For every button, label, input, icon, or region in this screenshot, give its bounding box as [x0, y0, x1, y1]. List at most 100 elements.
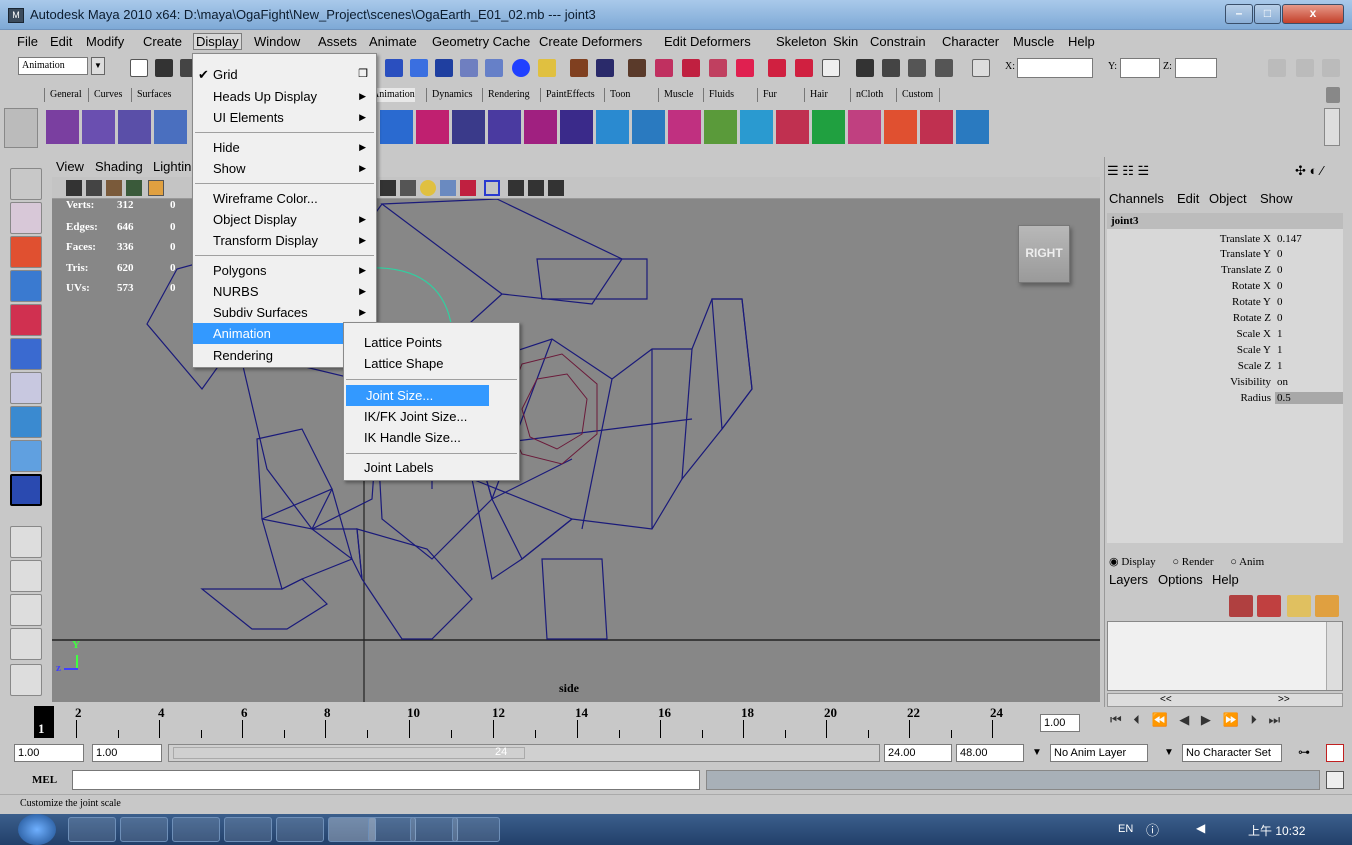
- select-tool-icon[interactable]: [10, 168, 42, 200]
- anim-layer-field[interactable]: No Anim Layer: [1050, 744, 1148, 762]
- option-box-icon[interactable]: ❒: [358, 64, 368, 85]
- menu-item-lattice-points[interactable]: Lattice Points: [344, 332, 519, 353]
- current-time-field[interactable]: 1.00: [1040, 714, 1080, 732]
- show-channel-box-icon[interactable]: [1322, 59, 1340, 77]
- auto-key-icon[interactable]: ⊶: [1298, 745, 1310, 759]
- step-forward-frame-icon[interactable]: ⏵: [1250, 712, 1257, 727]
- shelf-tab-fluids[interactable]: Fluids: [703, 88, 734, 102]
- taskbar-app-icon[interactable]: [410, 817, 458, 842]
- menu-assets[interactable]: Assets: [318, 34, 357, 49]
- range-slider-handle[interactable]: [173, 747, 525, 759]
- shelf-tab-general[interactable]: General: [44, 88, 82, 102]
- snap-to-curves-icon[interactable]: [655, 59, 673, 77]
- isolate-select-icon[interactable]: [460, 180, 476, 196]
- channel-radius-value[interactable]: 0.5: [1275, 392, 1343, 404]
- layout-hypershade-icon[interactable]: [10, 664, 42, 696]
- menu-help[interactable]: Help: [1068, 34, 1095, 49]
- volume-icon[interactable]: ◀: [1196, 821, 1205, 835]
- channel-translate-z-value[interactable]: 0: [1275, 264, 1343, 276]
- go-to-end-icon[interactable]: ⏭: [1268, 712, 1280, 727]
- paint-selection-tool-icon[interactable]: [10, 236, 42, 268]
- go-to-start-icon[interactable]: ⏮: [1110, 712, 1122, 727]
- maya-app-icon[interactable]: M: [8, 8, 24, 23]
- taskbar-media-icon[interactable]: [452, 817, 500, 842]
- layout-four-pane-icon[interactable]: [10, 560, 42, 592]
- lasso-tool-icon[interactable]: [10, 202, 42, 234]
- image-plane-icon[interactable]: [126, 180, 142, 196]
- menu-item-object-display[interactable]: Object Display ▶: [193, 209, 376, 230]
- snap-to-grids-icon[interactable]: [628, 59, 646, 77]
- open-scene-icon[interactable]: [155, 59, 173, 77]
- menu-item-joint-size[interactable]: Joint Size...: [346, 385, 489, 406]
- channel-translate-x-value[interactable]: 0.147: [1275, 233, 1343, 245]
- shelf-tab-toon[interactable]: Toon: [604, 88, 630, 102]
- command-input[interactable]: [72, 770, 700, 790]
- anim-layer-dropdown-icon[interactable]: ▼: [1032, 747, 1042, 758]
- time-slider[interactable]: 1 2 4 6 8 10 12 14 16 18 20 22 24: [34, 704, 1034, 740]
- new-layer-from-selection-icon[interactable]: [1315, 595, 1339, 617]
- safe-action-icon[interactable]: [548, 180, 564, 196]
- menu-item-nurbs[interactable]: NURBS ▶: [193, 281, 376, 302]
- end-time-field[interactable]: 48.00: [956, 744, 1024, 762]
- render-globals-icon[interactable]: [935, 59, 953, 77]
- channel-scale-x-label[interactable]: Scale X: [1236, 328, 1271, 340]
- snap-to-view-planes-icon[interactable]: [709, 59, 727, 77]
- layer-menu-options[interactable]: Options: [1158, 572, 1203, 587]
- start-button-icon[interactable]: [18, 814, 56, 845]
- scroll-right-button[interactable]: >>: [1278, 694, 1290, 705]
- play-backwards-icon[interactable]: ◀: [1179, 712, 1189, 727]
- mask-handles-icon[interactable]: [460, 59, 478, 77]
- render-view-icon[interactable]: [856, 59, 874, 77]
- channel-menu-object[interactable]: Object: [1209, 191, 1247, 206]
- menu-skin[interactable]: Skin: [833, 34, 858, 49]
- character-set-field[interactable]: No Character Set: [1182, 744, 1282, 762]
- radio-render[interactable]: ○ Render: [1172, 556, 1213, 568]
- shelf-bend-icon[interactable]: [488, 110, 521, 144]
- menu-item-lattice-shape[interactable]: Lattice Shape: [344, 353, 519, 374]
- new-empty-layer-icon[interactable]: [1287, 595, 1311, 617]
- viewport-menu-view[interactable]: View: [56, 159, 84, 174]
- menu-item-show[interactable]: Show ▶: [193, 158, 376, 179]
- highlight-selection-icon[interactable]: [596, 59, 614, 77]
- shelf-smooth-bind-icon[interactable]: [154, 110, 187, 144]
- select-camera-icon[interactable]: [66, 180, 82, 196]
- shelf-tab-curves[interactable]: Curves: [88, 88, 122, 102]
- channel-scale-z-label[interactable]: Scale Z: [1238, 360, 1271, 372]
- shelf-scale-constraint-icon[interactable]: [704, 110, 737, 144]
- layer-move-down-icon[interactable]: [1257, 595, 1281, 617]
- view-cube[interactable]: RIGHT: [1018, 225, 1070, 283]
- show-tool-settings-icon[interactable]: [1296, 59, 1314, 77]
- shelf-joint-tool-icon[interactable]: [46, 110, 79, 144]
- taskbar-app-icon[interactable]: [224, 817, 272, 842]
- menu-character[interactable]: Character: [942, 34, 999, 49]
- mask-joints-icon[interactable]: [485, 59, 503, 77]
- menu-item-wireframe-color[interactable]: Wireframe Color...: [193, 188, 376, 209]
- history-icon[interactable]: [768, 59, 786, 77]
- menu-file[interactable]: File: [17, 34, 38, 49]
- channel-translate-x-label[interactable]: Translate X: [1220, 233, 1271, 245]
- channel-visibility-label[interactable]: Visibility: [1230, 376, 1271, 388]
- taskbar-skype-icon[interactable]: [172, 817, 220, 842]
- character-set-dropdown-icon[interactable]: ▼: [1164, 747, 1174, 758]
- playback-end-field[interactable]: 24.00: [884, 744, 952, 762]
- channel-rotate-z-value[interactable]: 0: [1275, 312, 1343, 324]
- layer-list-scrollbar[interactable]: [1326, 622, 1342, 690]
- x-field[interactable]: [1017, 58, 1093, 78]
- select-by-hierarchy-icon[interactable]: [385, 59, 403, 77]
- universal-manipulator-icon[interactable]: [10, 372, 42, 404]
- render-settings-icon[interactable]: [822, 59, 840, 77]
- menu-item-polygons[interactable]: Polygons ▶: [193, 260, 376, 281]
- menu-item-ui-elements[interactable]: UI Elements ▶: [193, 107, 376, 128]
- menu-item-ik-handle-size[interactable]: IK Handle Size...: [344, 427, 519, 448]
- y-field[interactable]: [1120, 58, 1160, 78]
- menu-item-grid[interactable]: ✔ Grid ❒: [193, 64, 376, 85]
- channel-scale-y-label[interactable]: Scale Y: [1237, 344, 1271, 356]
- show-manipulator-icon[interactable]: [10, 440, 42, 472]
- smooth-shade-icon[interactable]: [380, 180, 396, 196]
- shelf-normal-constraint-icon[interactable]: [812, 110, 845, 144]
- mode-dropdown-arrow-icon[interactable]: ▼: [91, 57, 105, 75]
- shelf-menu-icon[interactable]: [4, 108, 38, 148]
- new-scene-icon[interactable]: [130, 59, 148, 77]
- mask-misc-icon[interactable]: [538, 59, 556, 77]
- mode-selector[interactable]: Animation: [18, 57, 88, 75]
